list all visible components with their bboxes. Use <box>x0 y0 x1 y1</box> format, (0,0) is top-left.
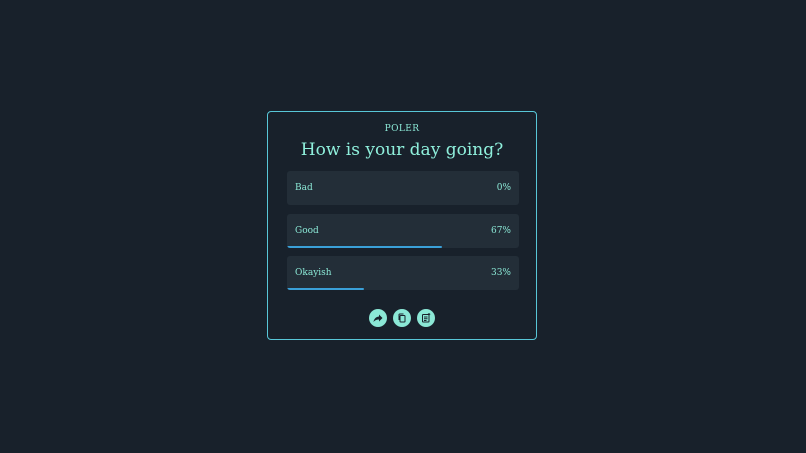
poll-option-good[interactable]: Good 67% <box>287 213 519 248</box>
new-poll-icon <box>420 312 432 324</box>
share-button[interactable] <box>369 309 387 327</box>
copy-button[interactable] <box>393 309 411 327</box>
poll-options: Bad 0% Good 67% Okayish 33% <box>287 171 519 299</box>
option-label: Good <box>295 225 319 236</box>
poll-card: POLER How is your day going? Bad 0% Good… <box>267 111 537 340</box>
brand-title: POLER <box>384 124 420 134</box>
new-poll-button[interactable] <box>417 309 435 327</box>
option-progress-bar <box>287 245 443 248</box>
option-progress-bar <box>287 288 364 290</box>
copy-icon <box>396 312 408 324</box>
poll-question: How is your day going? <box>300 140 504 160</box>
poll-actions <box>268 309 536 327</box>
option-label: Okayish <box>295 268 332 278</box>
option-percent: 67% <box>490 225 511 236</box>
poll-option-bad[interactable]: Bad 0% <box>287 171 519 205</box>
share-icon <box>372 312 384 324</box>
option-percent: 33% <box>490 268 511 278</box>
poll-option-okayish[interactable]: Okayish 33% <box>287 256 519 290</box>
option-percent: 0% <box>496 183 511 193</box>
option-label: Bad <box>295 183 313 193</box>
